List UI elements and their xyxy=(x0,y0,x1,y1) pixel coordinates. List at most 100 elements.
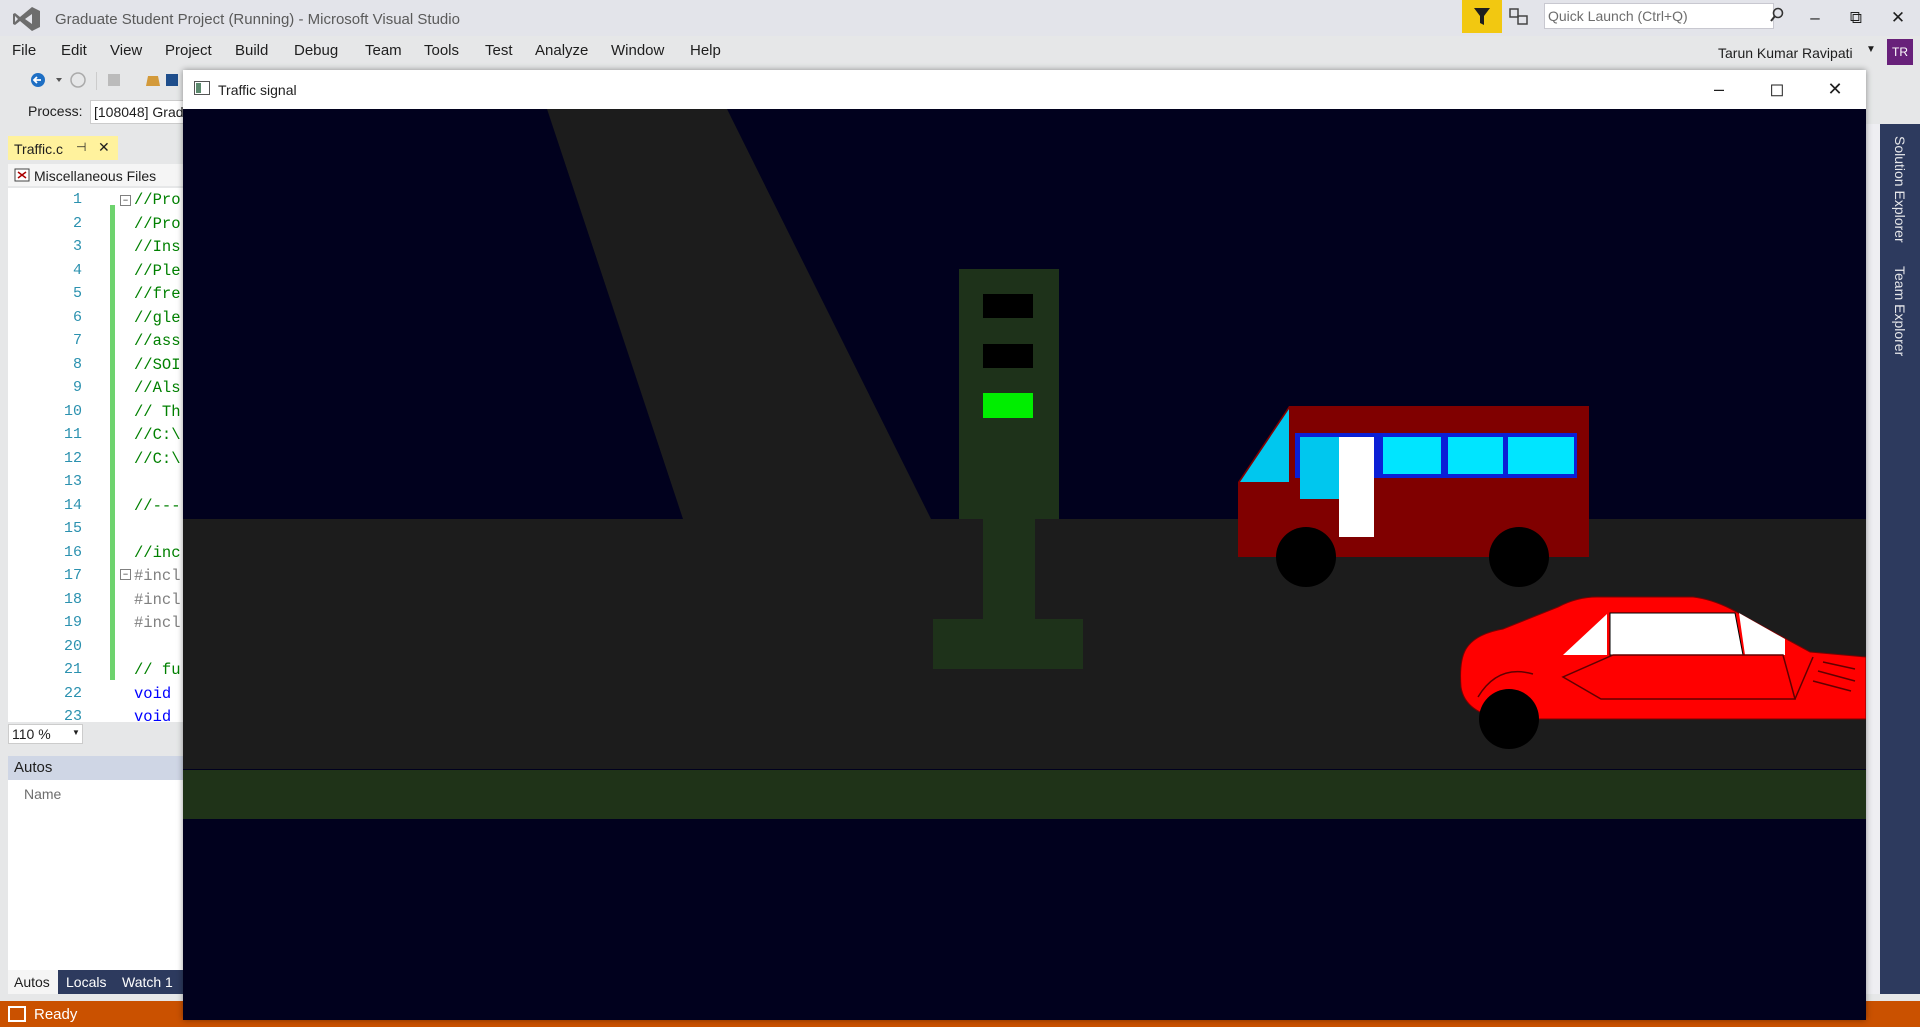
forward-icon[interactable] xyxy=(70,72,86,88)
minimize-icon[interactable]: – xyxy=(1805,8,1825,28)
search-icon[interactable] xyxy=(1770,7,1784,23)
code-line[interactable]: //SOI xyxy=(134,356,181,374)
tab-label: Traffic.c xyxy=(14,141,64,157)
line-number: 8 xyxy=(72,355,82,373)
line-number: 6 xyxy=(72,308,82,326)
name-column-header[interactable]: Name xyxy=(24,786,61,802)
bus-wheel xyxy=(1489,527,1549,587)
code-line[interactable]: //Pro xyxy=(134,191,181,209)
code-line[interactable]: void xyxy=(134,708,171,726)
line-number: 5 xyxy=(72,285,82,302)
maximize-icon[interactable]: ◻ xyxy=(1762,78,1792,100)
code-line[interactable]: //Pro xyxy=(134,215,181,233)
menu-debug[interactable]: Debug xyxy=(294,42,338,59)
visual-studio-logo-icon xyxy=(13,7,40,31)
filter-icon xyxy=(1474,8,1490,25)
menu-team[interactable]: Team xyxy=(365,42,402,59)
code-line[interactable]: //ass xyxy=(134,332,181,350)
menu-build[interactable]: Build xyxy=(235,42,268,59)
tab-watch-1[interactable]: Watch 1 xyxy=(122,974,173,990)
chevron-down-icon[interactable]: ▼ xyxy=(1866,44,1876,55)
quick-launch-placeholder: Quick Launch (Ctrl+Q) xyxy=(1548,8,1688,24)
notifications-filter-button[interactable] xyxy=(1462,0,1502,33)
solution-explorer-tab[interactable]: Solution Explorer xyxy=(1892,136,1908,243)
process-label: Process: xyxy=(28,103,83,119)
pin-icon[interactable]: ⊣ xyxy=(76,140,86,154)
code-line[interactable]: //--- xyxy=(134,497,181,515)
code-line[interactable]: //C:\ xyxy=(134,450,181,468)
change-indicator-bar xyxy=(110,205,115,680)
line-number: 23 xyxy=(63,708,82,725)
restore-icon[interactable]: ⧉ xyxy=(1846,8,1866,28)
car-wheel xyxy=(1479,689,1539,749)
new-project-icon[interactable] xyxy=(108,74,120,86)
code-line[interactable]: //Ins xyxy=(134,238,181,256)
menu-project[interactable]: Project xyxy=(165,42,212,59)
traffic-window-title-bar[interactable] xyxy=(183,70,1866,109)
menu-window[interactable]: Window xyxy=(611,42,664,59)
close-icon[interactable]: ✕ xyxy=(1820,78,1850,100)
autos-panel[interactable] xyxy=(8,780,183,970)
close-icon[interactable]: ✕ xyxy=(1888,8,1908,28)
bus-window xyxy=(1508,437,1574,474)
process-value: [108048] Grad xyxy=(94,104,184,120)
line-number: 7 xyxy=(72,332,82,349)
menu-tools[interactable]: Tools xyxy=(424,42,459,59)
menu-help[interactable]: Help xyxy=(690,42,721,59)
misc-files-icon xyxy=(14,168,30,182)
save-icon[interactable] xyxy=(166,74,178,86)
code-line[interactable]: //C:\ xyxy=(134,426,181,444)
editor-scrollbar[interactable] xyxy=(1866,124,1880,994)
close-tab-icon[interactable]: ✕ xyxy=(98,139,110,156)
line-number: 22 xyxy=(63,684,82,702)
code-line[interactable]: #incl xyxy=(134,614,181,632)
line-number: 17 xyxy=(63,567,82,584)
green-light xyxy=(983,393,1033,418)
avatar[interactable]: TR xyxy=(1887,39,1913,65)
menu-file[interactable]: File xyxy=(12,42,36,59)
status-text: Ready xyxy=(34,1006,78,1023)
line-number: 13 xyxy=(63,473,82,490)
bus-wheel xyxy=(1276,527,1336,587)
window-title: Graduate Student Project (Running) - Mic… xyxy=(55,11,460,28)
tab-autos[interactable]: Autos xyxy=(14,974,50,990)
app-window-icon xyxy=(194,81,210,95)
chevron-down-icon[interactable]: ▼ xyxy=(72,728,80,737)
line-number: 9 xyxy=(72,379,82,396)
code-line[interactable]: #incl xyxy=(134,591,181,609)
code-line[interactable]: //fre xyxy=(134,285,181,303)
dropdown-icon[interactable] xyxy=(56,78,62,82)
autos-title: Autos xyxy=(14,759,53,776)
misc-files-label: Miscellaneous Files xyxy=(34,168,157,184)
line-number: 4 xyxy=(72,261,82,279)
bus-door xyxy=(1339,437,1374,537)
line-number: 20 xyxy=(63,637,82,655)
bus-window xyxy=(1383,437,1441,474)
code-line[interactable]: // fu xyxy=(134,661,181,679)
back-icon[interactable] xyxy=(31,73,45,87)
zoom-level: 110 % xyxy=(12,726,51,742)
code-line[interactable]: #incl xyxy=(134,567,181,585)
status-icon xyxy=(8,1006,26,1022)
menu-edit[interactable]: Edit xyxy=(61,42,87,59)
code-line[interactable]: void xyxy=(134,685,171,703)
menu-view[interactable]: View xyxy=(110,42,142,59)
code-line[interactable]: //Als xyxy=(134,379,181,397)
feedback-icon[interactable] xyxy=(1508,6,1530,28)
code-line[interactable]: //inc xyxy=(134,544,181,562)
collapse-icon[interactable]: − xyxy=(120,195,131,206)
code-line[interactable]: // Th xyxy=(134,403,181,421)
menu-test[interactable]: Test xyxy=(485,42,513,59)
open-folder-icon[interactable] xyxy=(146,76,160,86)
user-name[interactable]: Tarun Kumar Ravipati xyxy=(1718,45,1853,61)
line-number: 12 xyxy=(63,449,82,467)
collapse-icon[interactable]: − xyxy=(120,569,131,580)
minimize-icon[interactable]: – xyxy=(1704,78,1734,100)
line-number: 10 xyxy=(63,402,82,420)
team-explorer-tab[interactable]: Team Explorer xyxy=(1892,266,1908,356)
yellow-light xyxy=(983,344,1033,368)
code-line[interactable]: //Ple xyxy=(134,262,181,280)
code-line[interactable]: //gle xyxy=(134,309,181,327)
tab-locals[interactable]: Locals xyxy=(66,974,106,990)
menu-analyze[interactable]: Analyze xyxy=(535,42,588,59)
